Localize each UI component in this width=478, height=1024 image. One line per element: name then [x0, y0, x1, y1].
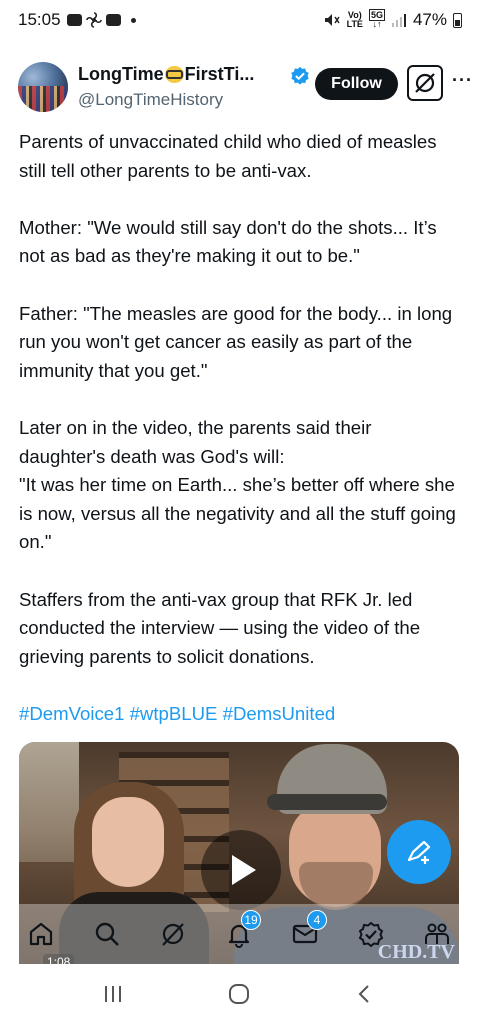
- 5g-label: 5G: [368, 9, 385, 21]
- tweet-paragraph-3: Father: "The measles are good for the bo…: [19, 302, 453, 381]
- nav-home[interactable]: [21, 914, 61, 954]
- clock: 15:05: [18, 10, 61, 29]
- nav-messages[interactable]: 4: [285, 910, 327, 954]
- battery-icon: [453, 12, 462, 28]
- tweet-paragraph-2: Mother: "We would still say don't do the…: [19, 216, 437, 267]
- communities-icon: [425, 923, 449, 944]
- tweet-text: Parents of unvaccinated child who died o…: [19, 128, 459, 728]
- youtube-notification-icon-2: [105, 14, 121, 26]
- bottom-nav: 19 4: [0, 904, 478, 964]
- user-handle[interactable]: @LongTimeHistory: [78, 90, 223, 110]
- display-name[interactable]: LongTime FirstTi...: [78, 64, 254, 85]
- notification-icons: [66, 12, 136, 28]
- woman-face: [92, 797, 164, 887]
- more-notifications-dot: [130, 17, 136, 23]
- compose-post-button[interactable]: [387, 820, 451, 884]
- search-icon: [95, 922, 119, 946]
- notifications-badge: 19: [241, 910, 261, 930]
- status-right: Vo) LTE 5G ↓↑ 47%: [323, 9, 462, 30]
- hashtag-links[interactable]: #DemVoice1 #wtpBLUE #DemsUnited: [19, 700, 459, 729]
- volte-indicator: Vo) LTE: [347, 11, 363, 29]
- display-name-part2: FirstTi...: [184, 64, 255, 84]
- nav-search[interactable]: [87, 914, 127, 954]
- verified-badge-icon: [291, 66, 309, 85]
- grok-icon: [415, 73, 435, 93]
- signal-icon: [391, 14, 406, 27]
- man-beard: [299, 862, 373, 910]
- grok-nav-icon: [162, 923, 184, 946]
- background-window: [19, 742, 79, 862]
- nav-notifications[interactable]: 19: [219, 910, 261, 954]
- more-options-button[interactable]: ···: [452, 70, 473, 91]
- nerd-face-emoji-icon: [164, 66, 184, 83]
- man-cap-brim: [267, 794, 387, 810]
- tweet-paragraph-4: Later on in the video, the parents said …: [19, 416, 372, 467]
- display-name-part1: LongTime: [78, 64, 164, 84]
- nav-communities[interactable]: [417, 914, 457, 954]
- recent-apps-icon[interactable]: [101, 982, 125, 1006]
- verified-orgs-icon: [358, 921, 384, 948]
- tweet-header: LongTime FirstTi... @LongTimeHistory Fol…: [18, 58, 472, 118]
- system-nav-bar: [0, 964, 478, 1024]
- avatar[interactable]: [18, 62, 68, 112]
- avatar-crowd-image: [18, 86, 68, 112]
- tweet-paragraph-5: "It was her time on Earth... she’s bette…: [19, 474, 456, 553]
- nav-verified-orgs[interactable]: [351, 914, 391, 954]
- status-bar: 15:05 Vo) LTE 5G ↓↑ 47%: [0, 0, 478, 40]
- follow-button[interactable]: Follow: [315, 68, 398, 100]
- back-icon[interactable]: [353, 982, 377, 1006]
- volte-bottom: LTE: [346, 19, 363, 29]
- nav-grok[interactable]: [153, 914, 193, 954]
- home-icon: [29, 922, 53, 946]
- messages-badge: 4: [307, 910, 327, 930]
- play-button[interactable]: [201, 830, 281, 910]
- home-system-icon[interactable]: [226, 981, 252, 1007]
- 5g-indicator: 5G ↓↑: [368, 9, 385, 29]
- youtube-notification-icon: [66, 14, 82, 26]
- grok-button[interactable]: [407, 65, 443, 101]
- fan-notification-icon: [85, 12, 102, 28]
- tweet-paragraph-6: Staffers from the anti-vax group that RF…: [19, 588, 421, 667]
- battery-percent: 47%: [412, 10, 447, 29]
- compose-icon: [407, 840, 431, 864]
- tweet-paragraph-1: Parents of unvaccinated child who died o…: [19, 131, 437, 181]
- mute-icon: [324, 14, 340, 26]
